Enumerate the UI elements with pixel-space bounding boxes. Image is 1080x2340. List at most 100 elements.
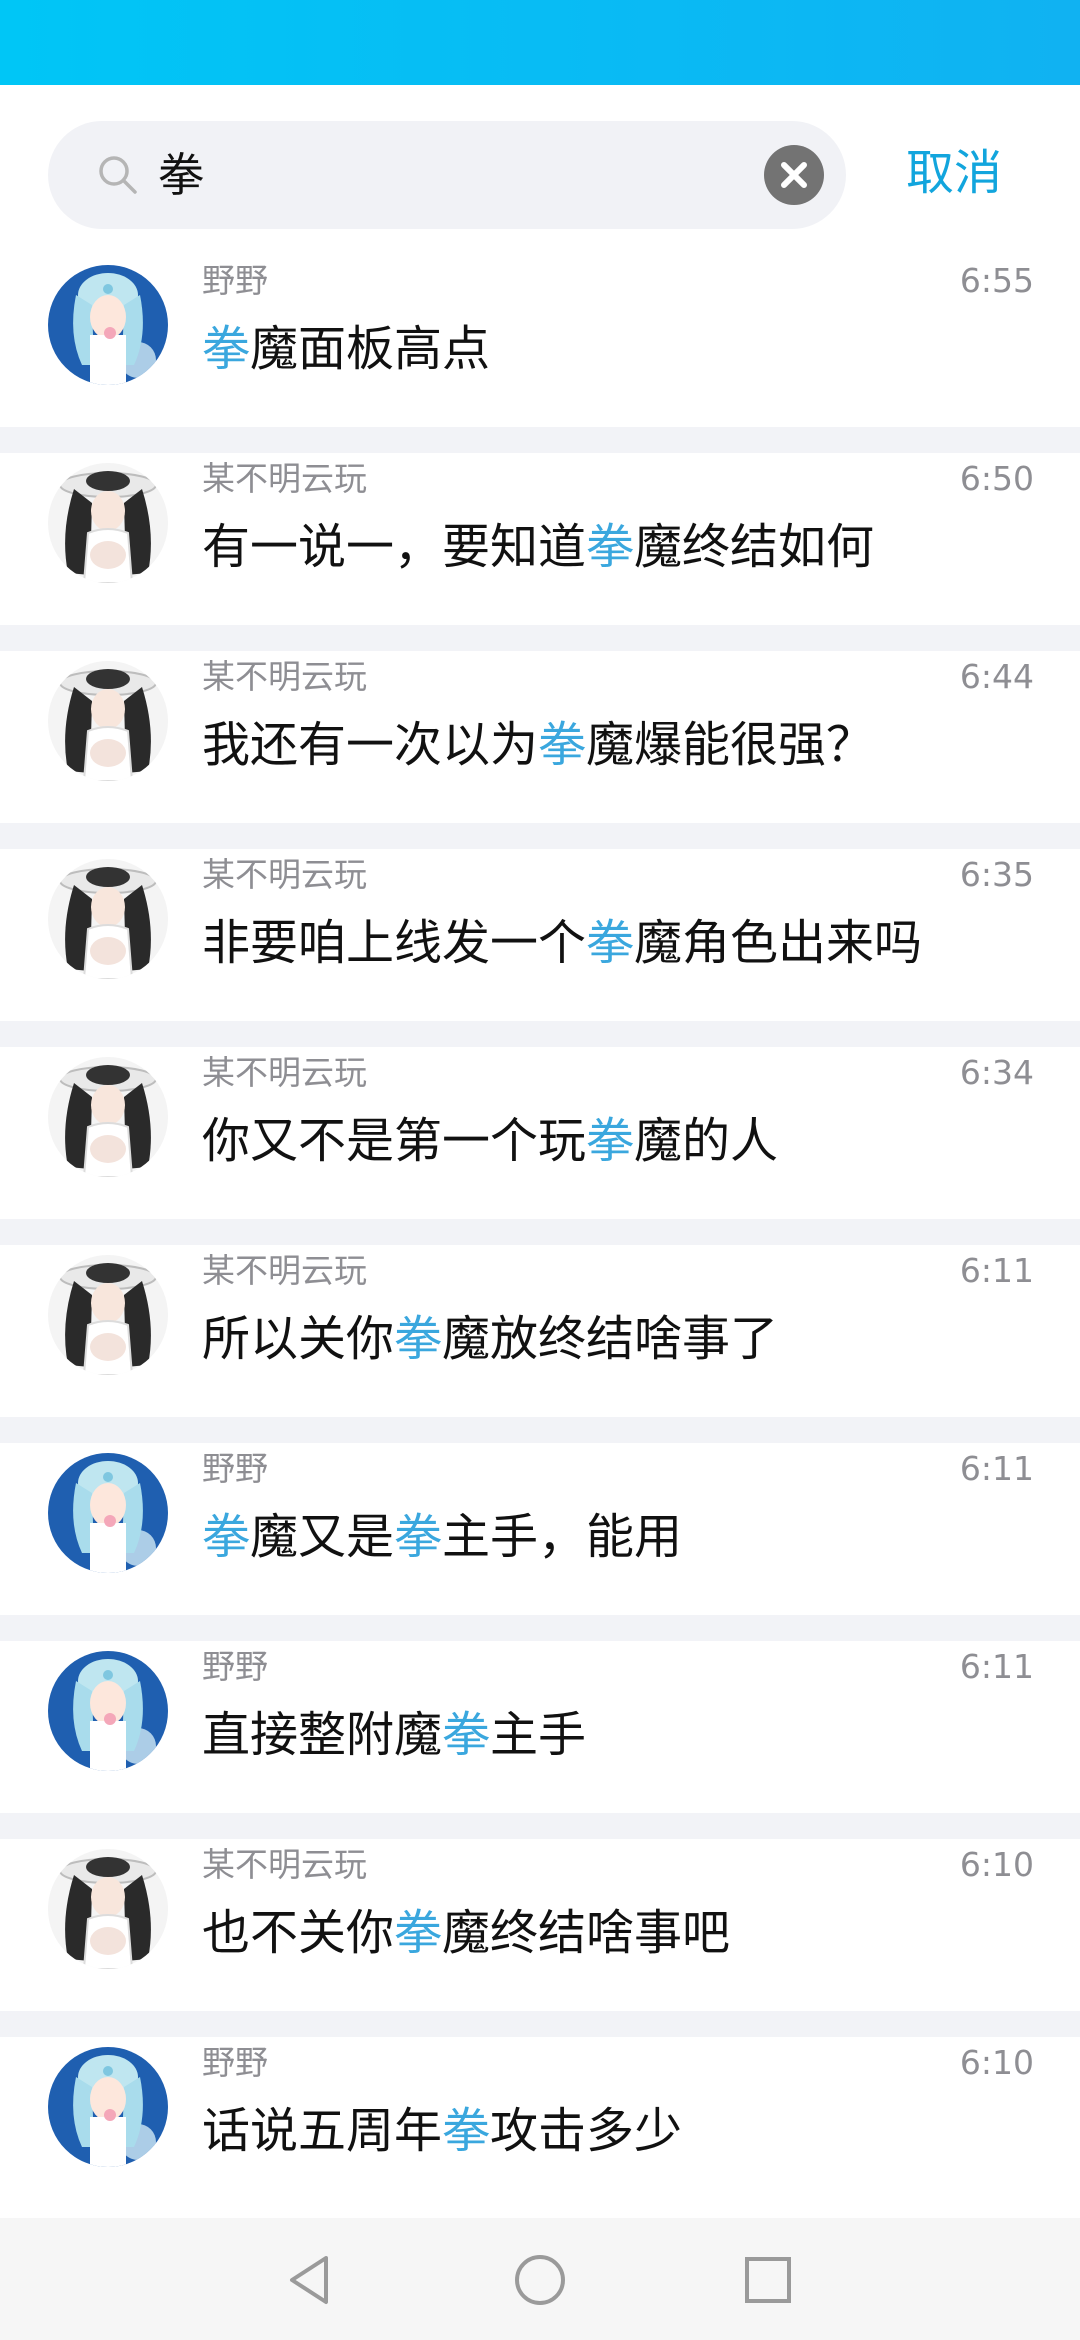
message-time: 6:11 — [959, 1251, 1034, 1290]
message-time: 6:11 — [959, 1647, 1034, 1686]
message-text-segment: 有一说一，要知道 — [202, 519, 587, 575]
search-result-item[interactable]: 某不明云玩 6:44 我还有一次以为拳魔爆能很强？ — [0, 651, 1080, 823]
result-divider — [0, 1219, 1080, 1245]
search-result-item[interactable]: 某不明云玩 6:35 非要咱上线发一个拳魔角色出来吗 — [0, 849, 1080, 1021]
message-text-segment: 话说五周年 — [202, 2103, 443, 2159]
search-header: 拳 取消 — [0, 85, 1080, 255]
search-result-item[interactable]: 某不明云玩 6:10 也不关你拳魔终结啥事吧 — [0, 1839, 1080, 2011]
message-text-segment: 攻击多少 — [490, 2103, 683, 2159]
search-result-item[interactable]: 野野 6:55 拳魔面板高点 — [0, 255, 1080, 427]
message-text-segment: 魔终结啥事吧 — [442, 1905, 731, 1961]
message-text-segment: 非要咱上线发一个 — [202, 915, 587, 971]
clear-search-button[interactable] — [764, 145, 824, 205]
message-time: 6:11 — [959, 1449, 1034, 1488]
avatar[interactable] — [48, 463, 168, 583]
keyword-highlight: 拳 — [586, 1113, 635, 1169]
result-divider — [0, 427, 1080, 453]
sender-name: 野野 — [202, 1647, 268, 1686]
result-divider — [0, 625, 1080, 651]
search-input[interactable]: 拳 — [48, 121, 846, 229]
message-text-segment: 主手 — [490, 1707, 587, 1763]
message-text-segment: 魔爆能很强？ — [586, 717, 875, 773]
message-text-segment: 魔放终结啥事了 — [442, 1311, 779, 1367]
message-text: 拳魔又是拳主手，能用 — [202, 1505, 682, 1569]
message-text: 非要咱上线发一个拳魔角色出来吗 — [202, 911, 922, 975]
avatar[interactable] — [48, 1255, 168, 1375]
message-time: 6:50 — [959, 459, 1034, 498]
sender-name: 某不明云玩 — [202, 855, 367, 894]
avatar[interactable] — [48, 265, 168, 385]
sender-name: 野野 — [202, 261, 268, 300]
avatar[interactable] — [48, 1057, 168, 1177]
message-text-segment: 直接整附魔 — [202, 1707, 443, 1763]
status-bar — [0, 0, 1080, 85]
keyword-highlight: 拳 — [202, 321, 251, 377]
cancel-button[interactable]: 取消 — [906, 141, 1002, 205]
keyword-highlight: 拳 — [442, 2103, 491, 2159]
message-time: 6:35 — [959, 855, 1034, 894]
sender-name: 某不明云玩 — [202, 1053, 367, 1092]
result-divider — [0, 1813, 1080, 1839]
message-text: 所以关你拳魔放终结啥事了 — [202, 1307, 778, 1371]
message-text: 有一说一，要知道拳魔终结如何 — [202, 515, 874, 579]
keyword-highlight: 拳 — [394, 1509, 443, 1565]
message-text-segment: 魔角色出来吗 — [634, 915, 923, 971]
sender-name: 野野 — [202, 1449, 268, 1488]
message-text-segment: 魔的人 — [634, 1113, 779, 1169]
result-divider — [0, 1417, 1080, 1443]
keyword-highlight: 拳 — [586, 519, 635, 575]
keyword-highlight: 拳 — [394, 1311, 443, 1367]
sender-name: 某不明云玩 — [202, 657, 367, 696]
keyword-highlight: 拳 — [394, 1905, 443, 1961]
sender-name: 某不明云玩 — [202, 459, 367, 498]
close-icon — [781, 162, 807, 188]
keyword-highlight: 拳 — [442, 1707, 491, 1763]
message-text-segment: 魔终结如何 — [634, 519, 875, 575]
avatar[interactable] — [48, 661, 168, 781]
back-triangle-icon[interactable] — [280, 2250, 340, 2310]
message-text: 你又不是第一个玩拳魔的人 — [202, 1109, 778, 1173]
result-divider — [0, 1021, 1080, 1047]
message-time: 6:10 — [959, 1845, 1034, 1884]
message-text-segment: 我还有一次以为 — [202, 717, 539, 773]
search-result-item[interactable]: 野野 6:10 话说五周年拳攻击多少 — [0, 2037, 1080, 2209]
avatar[interactable] — [48, 1651, 168, 1771]
sender-name: 某不明云玩 — [202, 1251, 367, 1290]
sender-name: 某不明云玩 — [202, 1845, 367, 1884]
message-text-segment: 也不关你 — [202, 1905, 395, 1961]
message-text: 直接整附魔拳主手 — [202, 1703, 586, 1767]
avatar[interactable] — [48, 859, 168, 979]
message-text-segment: 你又不是第一个玩 — [202, 1113, 587, 1169]
search-result-item[interactable]: 某不明云玩 6:34 你又不是第一个玩拳魔的人 — [0, 1047, 1080, 1219]
keyword-highlight: 拳 — [586, 915, 635, 971]
search-icon — [96, 153, 140, 197]
recents-square-icon[interactable] — [738, 2250, 798, 2310]
message-text-segment: 所以关你 — [202, 1311, 395, 1367]
search-result-item[interactable]: 某不明云玩 6:50 有一说一，要知道拳魔终结如何 — [0, 453, 1080, 625]
sender-name: 野野 — [202, 2043, 268, 2082]
avatar[interactable] — [48, 1453, 168, 1573]
message-time: 6:34 — [959, 1053, 1034, 1092]
keyword-highlight: 拳 — [538, 717, 587, 773]
message-text: 拳魔面板高点 — [202, 317, 490, 381]
search-result-item[interactable]: 野野 6:11 拳魔又是拳主手，能用 — [0, 1443, 1080, 1615]
avatar[interactable] — [48, 2047, 168, 2167]
message-time: 6:55 — [959, 261, 1034, 300]
message-time: 6:44 — [959, 657, 1034, 696]
message-text: 也不关你拳魔终结啥事吧 — [202, 1901, 730, 1965]
message-text: 话说五周年拳攻击多少 — [202, 2099, 682, 2163]
message-text-segment: 魔又是 — [250, 1509, 395, 1565]
search-query-text: 拳 — [158, 148, 204, 202]
result-divider — [0, 1615, 1080, 1641]
home-circle-icon[interactable] — [510, 2250, 570, 2310]
search-result-item[interactable]: 某不明云玩 6:11 所以关你拳魔放终结啥事了 — [0, 1245, 1080, 1417]
message-text: 我还有一次以为拳魔爆能很强？ — [202, 713, 874, 777]
message-text-segment: 主手，能用 — [442, 1509, 683, 1565]
message-text-segment: 魔面板高点 — [250, 321, 491, 377]
keyword-highlight: 拳 — [202, 1509, 251, 1565]
navigation-bar — [0, 2218, 1080, 2340]
message-time: 6:10 — [959, 2043, 1034, 2082]
avatar[interactable] — [48, 1849, 168, 1969]
search-result-item[interactable]: 野野 6:11 直接整附魔拳主手 — [0, 1641, 1080, 1813]
result-divider — [0, 823, 1080, 849]
